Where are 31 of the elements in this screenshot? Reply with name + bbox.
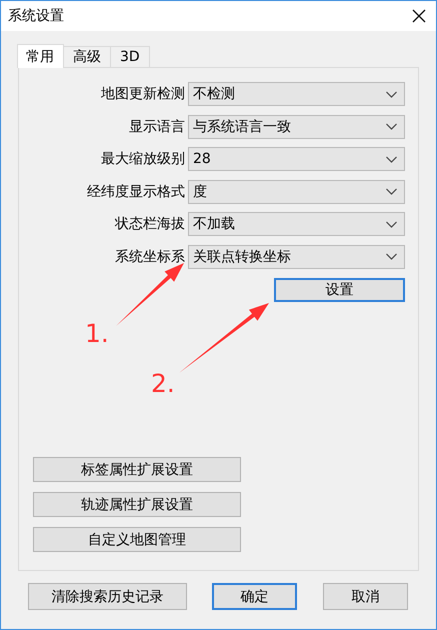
- action-button[interactable]: 轨迹属性扩展设置: [33, 492, 241, 517]
- action-button[interactable]: 自定义地图管理: [33, 527, 241, 552]
- dropdown[interactable]: 度: [188, 180, 405, 204]
- setting-label: 地图更新检测: [100, 85, 186, 103]
- chevron-down-icon: [386, 188, 397, 195]
- dropdown[interactable]: 关联点转换坐标: [188, 244, 405, 268]
- setting-label: 最大缩放级别: [100, 150, 186, 168]
- chevron-down-icon: [386, 90, 397, 98]
- tab[interactable]: 3D: [110, 46, 150, 67]
- setting-label: 显示语言: [128, 118, 186, 136]
- dialog-button[interactable]: 清除搜索历史记录: [28, 583, 187, 610]
- dropdown[interactable]: 不加载: [188, 212, 405, 236]
- setting-label: 状态栏海拔: [114, 215, 186, 233]
- window-title: 系统设置: [8, 7, 64, 25]
- settings-button[interactable]: 设置: [274, 278, 405, 302]
- dropdown[interactable]: 28: [188, 147, 405, 171]
- close-icon[interactable]: [412, 9, 426, 23]
- dropdown[interactable]: 与系统语言一致: [188, 114, 405, 138]
- dialog-button[interactable]: 确定: [212, 583, 297, 610]
- annotation-label: 1.: [85, 321, 109, 346]
- setting-label: 经纬度显示格式: [86, 182, 186, 200]
- action-button[interactable]: 标签属性扩展设置: [33, 457, 241, 482]
- chevron-down-icon: [386, 156, 397, 162]
- annotation-label: 2.: [151, 371, 175, 396]
- chevron-down-icon: [386, 220, 397, 228]
- chevron-down-icon: [386, 123, 397, 130]
- setting-label: 系统坐标系: [114, 248, 186, 266]
- dropdown[interactable]: 不检测: [188, 82, 405, 106]
- chevron-down-icon: [386, 253, 397, 260]
- tab[interactable]: 常用: [17, 44, 64, 68]
- dialog-button[interactable]: 取消: [323, 583, 408, 610]
